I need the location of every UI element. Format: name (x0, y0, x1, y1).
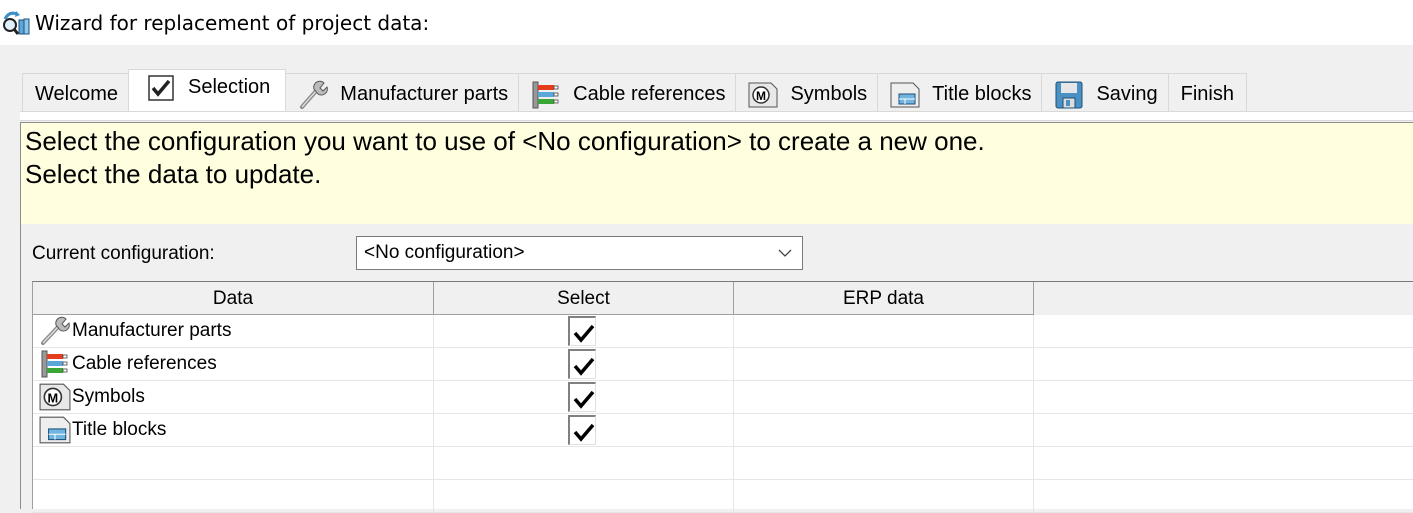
empty-cell (434, 480, 734, 513)
data-cell: Cable references (33, 348, 434, 381)
tab-label: Symbols (790, 83, 868, 105)
tab-label: Title blocks (932, 83, 1032, 105)
window-title: Wizard for replacement of project data: (35, 11, 430, 35)
wrench-icon (298, 80, 329, 109)
empty-cell (33, 480, 434, 513)
current-configuration-dropdown[interactable]: <No configuration> (356, 236, 803, 270)
select-checkbox[interactable] (568, 349, 596, 379)
column-header-data[interactable]: Data (33, 282, 434, 315)
instruction-line-2: Select the data to update. (25, 159, 322, 189)
filler-cell (1034, 315, 1413, 348)
tab-cable-references[interactable]: Cable references (518, 73, 737, 111)
tab-label: Saving (1096, 83, 1158, 105)
empty-cell (1034, 480, 1413, 513)
select-checkbox[interactable] (568, 415, 596, 445)
data-cell: M Symbols (33, 381, 434, 414)
select-cell (434, 315, 734, 348)
tab-saving[interactable]: Saving (1041, 73, 1169, 111)
empty-cell (1034, 447, 1413, 480)
empty-row (33, 447, 1413, 480)
cable-icon (531, 81, 561, 109)
tab-symbols[interactable]: M Symbols (735, 73, 879, 111)
tab-manufacturer-parts[interactable]: Manufacturer parts (285, 73, 520, 111)
current-configuration-label: Current configuration: (32, 243, 215, 264)
erp-data-cell[interactable] (734, 315, 1034, 348)
select-cell (434, 348, 734, 381)
data-grid: Data Select ERP data Manufacturer parts … (32, 281, 1413, 513)
chevron-down-icon (778, 249, 792, 257)
title-block-icon (890, 81, 920, 109)
filler-cell (1034, 381, 1413, 414)
header-filler (1034, 282, 1413, 315)
grid-header: Data Select ERP data (33, 282, 1413, 315)
symbol-icon: M (39, 382, 71, 412)
table-row[interactable]: M Symbols (33, 381, 1413, 414)
select-checkbox[interactable] (568, 316, 596, 346)
wizard-replace-icon (3, 11, 30, 35)
erp-data-cell[interactable] (734, 414, 1034, 447)
window-title-bar: Wizard for replacement of project data: (0, 0, 1413, 45)
tab-welcome[interactable]: Welcome (22, 73, 129, 111)
empty-row (33, 480, 1413, 513)
select-checkbox[interactable] (568, 382, 596, 412)
tab-label: Welcome (35, 83, 118, 105)
svg-text:M: M (48, 390, 59, 405)
empty-cell (33, 447, 434, 480)
svg-text:M: M (756, 89, 766, 103)
table-row[interactable]: Title blocks (33, 414, 1413, 447)
table-row[interactable]: Cable references (33, 348, 1413, 381)
erp-data-cell[interactable] (734, 381, 1034, 414)
empty-cell (734, 480, 1034, 513)
cable-icon (39, 349, 71, 379)
column-header-erp-data[interactable]: ERP data (734, 282, 1034, 315)
data-cell: Title blocks (33, 414, 434, 447)
tab-label: Manufacturer parts (340, 83, 509, 105)
empty-cell (734, 447, 1034, 480)
data-name-text: Symbols (72, 386, 145, 407)
select-cell (434, 381, 734, 414)
dropdown-value: <No configuration> (364, 242, 525, 263)
data-name-text: Manufacturer parts (72, 320, 232, 341)
tab-label: Selection (188, 76, 271, 98)
floppy-disk-icon (1054, 81, 1084, 109)
empty-cell (434, 447, 734, 480)
select-cell (434, 414, 734, 447)
tab-label: Cable references (573, 83, 726, 105)
checkbox-icon (146, 74, 176, 102)
tab-label: Finish (1180, 83, 1234, 105)
instruction-line-1: Select the configuration you want to use… (25, 126, 985, 156)
tab-page-border (20, 111, 1413, 121)
panel-border (20, 224, 21, 509)
erp-data-cell[interactable] (734, 348, 1034, 381)
tab-title-blocks[interactable]: Title blocks (877, 73, 1043, 111)
tab-finish[interactable]: Finish (1167, 73, 1247, 111)
title-block-icon (39, 415, 71, 445)
data-cell: Manufacturer parts (33, 315, 434, 348)
data-name-text: Cable references (72, 353, 217, 374)
wrench-icon (39, 316, 71, 346)
filler-cell (1034, 414, 1413, 447)
filler-cell (1034, 348, 1413, 381)
column-header-select[interactable]: Select (434, 282, 734, 315)
symbol-icon: M (748, 81, 778, 109)
data-name-text: Title blocks (72, 419, 167, 440)
wizard-tabs: Welcome Selection Manufacturer parts Cab… (22, 69, 1413, 111)
instruction-box: Select the configuration you want to use… (20, 122, 1413, 224)
table-row[interactable]: Manufacturer parts (33, 315, 1413, 348)
tab-selection[interactable]: Selection (128, 69, 287, 111)
